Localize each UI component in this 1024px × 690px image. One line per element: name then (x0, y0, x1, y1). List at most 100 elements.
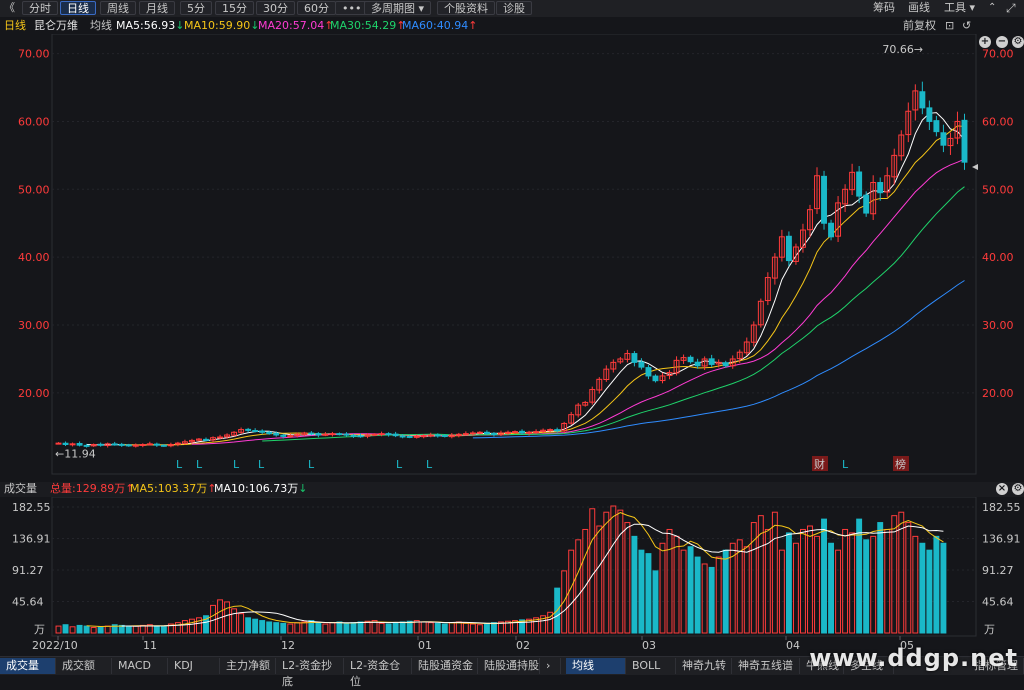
candle (357, 435, 364, 438)
margin-event-mark[interactable]: L (842, 458, 849, 471)
margin-event-mark[interactable]: L (426, 458, 433, 471)
margin-event-mark[interactable]: L (176, 458, 183, 471)
volume-bar (708, 566, 715, 634)
reset-icon[interactable]: ↺ (962, 19, 971, 33)
candle (139, 443, 146, 446)
margin-event-mark[interactable]: L (308, 458, 315, 471)
ma-info-bar: 日线 昆仑万维 均线 MA5:56.93↓ MA10:59.90↓ MA20:5… (0, 17, 1024, 48)
volume-bar (160, 626, 167, 634)
tab-15min[interactable]: 15分 (215, 1, 254, 15)
volume-chart[interactable]: 182.55 182.55 136.91 136.91 91.27 91.27 45.64 4… (0, 497, 1024, 655)
candle (694, 361, 701, 367)
tab-weekly[interactable]: 周线 (100, 1, 136, 15)
price-chart[interactable]: 70.00 60.00 50.00 40.00 30.00 20.00 70.00 60.0… (0, 34, 1024, 480)
current-price-pointer-icon (972, 164, 978, 170)
chevrons-up-icon[interactable]: ⌃ (988, 1, 996, 15)
volume-bar (631, 535, 638, 634)
candle (476, 431, 483, 434)
candle (821, 175, 827, 224)
tab-magic-nine[interactable]: 神奇九转 (676, 658, 732, 674)
tab-turnover[interactable]: 成交额 (56, 658, 112, 674)
volume-bar (736, 539, 743, 634)
candle (322, 433, 329, 436)
margin-event-mark[interactable]: L (196, 458, 203, 471)
candle (420, 435, 427, 438)
candle (245, 428, 252, 431)
tab-5min[interactable]: 5分 (180, 1, 212, 15)
stock-profile-button[interactable]: 个股资料 (437, 1, 495, 15)
volume-bar (231, 608, 238, 634)
volume-bar (287, 623, 294, 634)
volume-bar (715, 556, 722, 634)
candle (708, 358, 715, 365)
tab-30min[interactable]: 30分 (256, 1, 295, 15)
volume-bar (378, 622, 385, 634)
margin-event-mark[interactable]: L (233, 458, 240, 471)
tab-l2-position[interactable]: L2-资金仓位 (344, 658, 412, 688)
volume-bar (259, 620, 266, 634)
expand-icon[interactable]: ⤢ (1006, 1, 1016, 15)
settings-icon[interactable]: ⚙ (1012, 483, 1024, 495)
candle (469, 432, 476, 435)
volume-tick-right: 136.91 (982, 533, 1021, 546)
tab-macd[interactable]: MACD (112, 658, 168, 674)
x-axis-label: 01 (418, 639, 432, 652)
price-tick-left: 20.00 (18, 387, 50, 400)
volume-bar (420, 621, 427, 634)
tab-daily[interactable]: 日线 (60, 1, 96, 15)
candle (863, 194, 870, 214)
ma-label[interactable]: 均线 (90, 19, 112, 33)
tab-intraday[interactable]: 分时 (22, 1, 58, 15)
tab-hk-connect-holdings[interactable]: 陆股通持股 (478, 658, 540, 674)
tools-dropdown[interactable]: 工具 ▾ (944, 1, 975, 15)
tab-60min[interactable]: 60分 (297, 1, 336, 15)
collapse-nav-icon[interactable]: 《 (4, 1, 15, 15)
draw-line-button[interactable]: 画线 (908, 1, 930, 15)
volume-bar (392, 622, 399, 634)
candle (350, 434, 357, 437)
tab-ma[interactable]: 均线 (566, 658, 626, 674)
tab-monthly[interactable]: 月线 (139, 1, 175, 15)
tab-volume[interactable]: 成交量 (0, 658, 56, 674)
close-icon[interactable]: × (996, 483, 1008, 495)
volume-bar (764, 528, 771, 634)
volume-bar (76, 624, 83, 634)
tab-hk-connect-funds[interactable]: 陆股通资金 (412, 658, 478, 674)
adjust-mode-button[interactable]: 前复权 (903, 19, 936, 33)
volume-bar (666, 528, 673, 634)
volume-bar (652, 570, 659, 634)
candle (132, 444, 139, 447)
chevron-right-icon[interactable]: › (541, 658, 561, 674)
volume-bar (350, 622, 357, 634)
candle (483, 431, 490, 435)
volume-bar (153, 625, 160, 634)
volume-bar (399, 621, 406, 634)
margin-event-mark[interactable]: L (258, 458, 265, 471)
volume-bar (490, 622, 497, 634)
tab-boll[interactable]: BOLL (626, 658, 676, 674)
volume-bar (645, 553, 652, 634)
chips-button[interactable]: 筹码 (873, 1, 895, 15)
diagnose-button[interactable]: 诊股 (496, 1, 532, 15)
margin-event-mark[interactable]: L (396, 458, 403, 471)
volume-bar (294, 622, 301, 634)
volume-info-bar: 成交量 总量:129.89万↑ MA5:103.37万↑ MA10:106.73… (0, 482, 1024, 497)
x-axis-label: 02 (516, 639, 530, 652)
volume-bar (224, 601, 231, 634)
volume-bar (799, 528, 806, 634)
tab-magic-five[interactable]: 神奇五线谱 (732, 658, 800, 674)
candle (533, 431, 540, 434)
tab-main-net[interactable]: 主力净额 (220, 658, 276, 674)
tab-kdj[interactable]: KDJ (168, 658, 220, 674)
ma5-line (86, 112, 965, 446)
volume-bar (849, 532, 856, 634)
tab-l2-bottom[interactable]: L2-资金抄底 (276, 658, 344, 688)
volume-bar (771, 511, 778, 634)
candle (392, 433, 399, 437)
volume-tick-left: 91.27 (12, 564, 44, 577)
volume-bar (638, 549, 645, 634)
multi-period-dropdown[interactable]: 多周期图 ▾ (364, 1, 432, 15)
volume-bar (624, 522, 631, 634)
volume-bar (97, 626, 104, 634)
lock-icon[interactable]: ⊡ (945, 19, 954, 33)
